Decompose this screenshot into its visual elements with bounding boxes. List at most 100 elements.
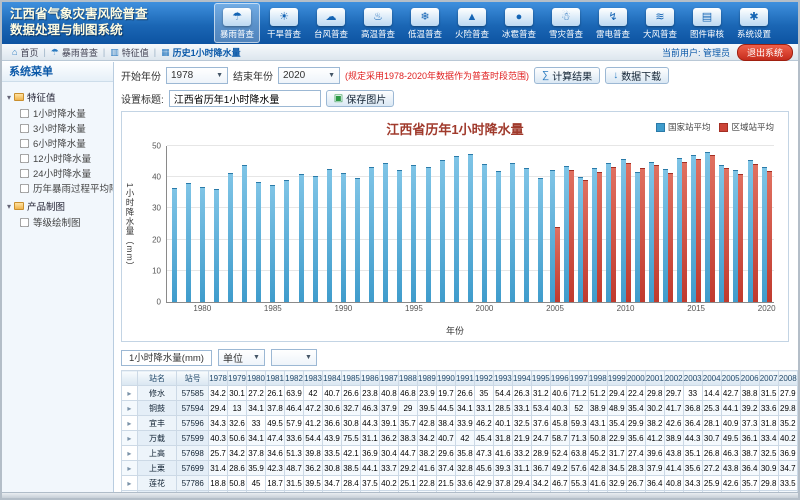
expand-row-icon[interactable]: ▸: [127, 389, 131, 398]
bar-regional[interactable]: [668, 173, 673, 302]
tab-首页[interactable]: ⌂首页: [7, 46, 43, 59]
bar-national[interactable]: [186, 183, 191, 302]
tree-item-checkbox[interactable]: [20, 108, 29, 117]
table-row-铜鼓[interactable]: ▸铜鼓5759429.41334.137.846.447.230.632.746…: [122, 401, 798, 416]
tree-item-6小时降水量[interactable]: 6小时降水量: [18, 136, 111, 150]
expand-row-icon[interactable]: ▸: [127, 404, 131, 413]
toolbar-item-图件审核[interactable]: ▤图件审核: [684, 3, 730, 43]
chart-title-input[interactable]: [169, 90, 321, 107]
bar-regional[interactable]: [555, 227, 560, 302]
bar-regional[interactable]: [767, 171, 772, 302]
bar-national[interactable]: [524, 168, 529, 302]
expand-row-icon[interactable]: ▸: [127, 419, 131, 428]
tree-item-checkbox[interactable]: [20, 217, 29, 226]
bar-national[interactable]: [426, 167, 431, 302]
bar-regional[interactable]: [738, 174, 743, 302]
bar-national[interactable]: [313, 176, 318, 302]
toolbar-item-雪灾普查[interactable]: ☃雪灾普查: [543, 3, 589, 43]
bar-national[interactable]: [440, 160, 445, 302]
bar-national[interactable]: [228, 173, 233, 302]
expand-icon[interactable]: ▾: [7, 93, 11, 102]
calculate-button[interactable]: ∑ 计算结果: [534, 67, 600, 84]
bar-national[interactable]: [468, 154, 473, 302]
expand-row-icon[interactable]: ▸: [127, 479, 131, 488]
bar-national[interactable]: [242, 165, 247, 302]
tree-item-等级绘制图[interactable]: 等级绘制图: [18, 215, 111, 229]
bar-national[interactable]: [369, 167, 374, 302]
bar-national[interactable]: [256, 182, 261, 302]
tree-item-1小时降水量[interactable]: 1小时降水量: [18, 106, 111, 120]
bar-national[interactable]: [341, 173, 346, 302]
toolbar-item-系统设置[interactable]: ✱系统设置: [731, 3, 777, 43]
tree-item-checkbox[interactable]: [20, 168, 29, 177]
bar-regional[interactable]: [710, 155, 715, 302]
toolbar-item-干旱普查[interactable]: ☀干旱普查: [261, 3, 307, 43]
tree-folder-特征值[interactable]: ▾特征值: [7, 90, 111, 104]
start-year-select[interactable]: 1978 ▼: [166, 67, 228, 84]
bar-national[interactable]: [355, 178, 360, 302]
bar-national[interactable]: [327, 169, 332, 302]
bar-national[interactable]: [454, 156, 459, 302]
bar-regional[interactable]: [597, 172, 602, 302]
chart-legend[interactable]: 国家站平均 区域站平均: [656, 121, 774, 133]
tree-item-24小时降水量[interactable]: 24小时降水量: [18, 166, 111, 180]
bar-national[interactable]: [397, 170, 402, 302]
sort-select[interactable]: ▼: [271, 349, 317, 366]
bar-regional[interactable]: [682, 162, 687, 302]
table-row-上高[interactable]: ▸上高5769825.734.237.834.651.339.833.542.1…: [122, 446, 798, 461]
bar-regional[interactable]: [611, 167, 616, 302]
bar-national[interactable]: [172, 188, 177, 302]
bar-national[interactable]: [510, 163, 515, 302]
table-row-上栗[interactable]: ▸上栗5769931.428.635.942.348.736.230.838.5…: [122, 461, 798, 476]
expand-row-icon[interactable]: ▸: [127, 434, 131, 443]
table-row-莲花[interactable]: ▸莲花5778618.850.84518.731.539.534.728.437…: [122, 476, 798, 491]
unit-select[interactable]: 单位 ▼: [218, 349, 265, 366]
bar-national[interactable]: [538, 178, 543, 302]
toolbar-item-雷电普查[interactable]: ↯雷电普查: [590, 3, 636, 43]
toolbar-item-大风普查[interactable]: ≋大风普查: [637, 3, 683, 43]
expand-icon[interactable]: ▾: [7, 202, 11, 211]
tree-item-checkbox[interactable]: [20, 183, 29, 192]
bar-national[interactable]: [200, 187, 205, 302]
bar-regional[interactable]: [626, 163, 631, 302]
toolbar-item-高温普查[interactable]: ♨高温普查: [355, 3, 401, 43]
toolbar-item-冰雹普查[interactable]: ●冰雹普查: [496, 3, 542, 43]
bar-national[interactable]: [299, 174, 304, 302]
bar-national[interactable]: [482, 164, 487, 302]
bar-national[interactable]: [383, 163, 388, 302]
legend-regional[interactable]: 区域站平均: [719, 121, 774, 133]
bar-regional[interactable]: [753, 164, 758, 302]
tree-item-checkbox[interactable]: [20, 138, 29, 147]
tab-特征值[interactable]: ▥特征值: [105, 46, 154, 59]
bar-regional[interactable]: [583, 180, 588, 302]
expand-row-icon[interactable]: ▸: [127, 449, 131, 458]
download-button[interactable]: ↓ 数据下载: [605, 67, 669, 84]
table-row-修水[interactable]: ▸修水5758534.230.127.226.163.94240.726.623…: [122, 386, 798, 401]
logout-button[interactable]: 退出系统: [737, 44, 793, 61]
legend-national[interactable]: 国家站平均: [656, 121, 711, 133]
end-year-select[interactable]: 2020 ▼: [278, 67, 340, 84]
tree-item-12小时降水量[interactable]: 12小时降水量: [18, 151, 111, 165]
toolbar-item-火险普查[interactable]: ▲火险普查: [449, 3, 495, 43]
tab-暴雨普查[interactable]: ☂暴雨普查: [46, 46, 103, 59]
bar-national[interactable]: [411, 165, 416, 302]
bar-regional[interactable]: [696, 159, 701, 302]
bar-national[interactable]: [270, 185, 275, 302]
tree-item-3小时降水量[interactable]: 3小时降水量: [18, 121, 111, 135]
bar-regional[interactable]: [569, 170, 574, 302]
table-row-宜丰[interactable]: ▸宜丰5759634.332.63349.557.941.236.630.844…: [122, 416, 798, 431]
toolbar-item-台风普查[interactable]: ☁台风普查: [308, 3, 354, 43]
bar-national[interactable]: [496, 171, 501, 302]
toolbar-item-暴雨普查[interactable]: ☂暴雨普查: [214, 3, 260, 43]
data-table-wrap[interactable]: 站名站号197819791980198119821983198419851986…: [121, 370, 798, 492]
tab-历史1小时降水量[interactable]: ▦历史1小时降水量: [156, 46, 246, 59]
bar-regional[interactable]: [724, 168, 729, 302]
bar-regional[interactable]: [654, 165, 659, 302]
tree-item-checkbox[interactable]: [20, 123, 29, 132]
expand-row-icon[interactable]: ▸: [127, 464, 131, 473]
bar-national[interactable]: [214, 189, 219, 302]
bar-national[interactable]: [284, 180, 289, 302]
bar-regional[interactable]: [640, 168, 645, 302]
tree-item-历年暴雨过程平均降雨量[interactable]: 历年暴雨过程平均降雨量: [18, 181, 111, 195]
toolbar-item-低温普查[interactable]: ❄低温普查: [402, 3, 448, 43]
